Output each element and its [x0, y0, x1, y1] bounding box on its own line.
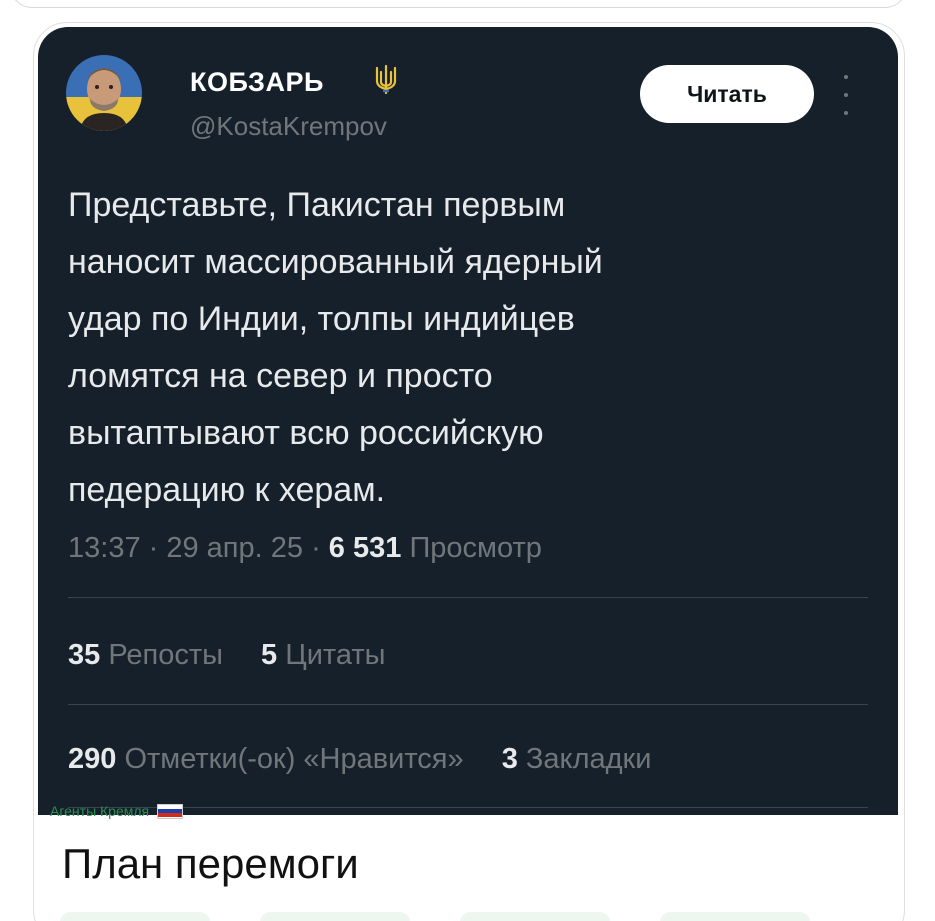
engagement-row-2: 290 Отметки(-ок) «Нравится» 3 Закладки	[68, 743, 681, 776]
divider	[68, 807, 868, 808]
reaction-button[interactable]	[460, 912, 610, 921]
reaction-button[interactable]	[260, 912, 410, 921]
bookmarks-label: Закладки	[525, 743, 652, 775]
reaction-bar	[60, 912, 810, 921]
views-label: Просмотр	[409, 532, 542, 564]
divider	[68, 704, 868, 705]
previous-message-card	[10, 0, 907, 8]
likes-count: 290	[68, 743, 117, 775]
likes-label: Отметки(-ок) «Нравится»	[124, 743, 464, 775]
tweet-screenshot[interactable]: КОБЗАРЬ @KostaKrempov Читать Представьте…	[38, 27, 898, 815]
meta-separator: ·	[148, 532, 167, 564]
watermark: Агенты Кремля	[50, 803, 184, 819]
tweet-date[interactable]: 29 апр. 25	[166, 532, 303, 564]
reaction-button[interactable]	[60, 912, 210, 921]
reposts-label: Репосты	[108, 639, 223, 671]
page: КОБЗАРЬ @KostaKrempov Читать Представьте…	[0, 0, 935, 921]
bookmarks-count: 3	[501, 743, 518, 775]
tweet-time[interactable]: 13:37	[68, 532, 141, 564]
quotes-count: 5	[261, 639, 278, 671]
bookmarks-stat[interactable]: 3 Закладки	[502, 743, 652, 775]
engagement-row-1: 35 Репосты 5 Цитаты	[68, 639, 415, 672]
likes-stat[interactable]: 290 Отметки(-ок) «Нравится»	[68, 743, 464, 775]
meta-separator: ·	[311, 532, 329, 564]
reaction-button[interactable]	[660, 912, 810, 921]
avatar[interactable]	[66, 55, 142, 131]
more-vertical-icon[interactable]	[840, 75, 852, 115]
russia-flag-icon	[157, 803, 184, 819]
trident-icon	[375, 65, 397, 95]
author-name[interactable]: КОБЗАРЬ	[190, 67, 324, 98]
views-count: 6 531	[328, 532, 402, 564]
author-handle[interactable]: @KostaKrempov	[190, 111, 387, 142]
reposts-stat[interactable]: 35 Репосты	[68, 639, 223, 671]
tweet-meta: 13:37 · 29 апр. 25 · 6 531 Просмотр	[68, 532, 542, 565]
follow-button[interactable]: Читать	[640, 65, 814, 123]
avatar-image	[66, 55, 142, 131]
watermark-text: Агенты Кремля	[50, 803, 150, 819]
quotes-label: Цитаты	[285, 639, 386, 671]
reposts-count: 35	[68, 639, 101, 671]
tweet-text: Представьте, Пакистан первым наносит мас…	[68, 186, 603, 509]
divider	[68, 597, 868, 598]
message-caption: План перемоги	[62, 840, 359, 887]
quotes-stat[interactable]: 5 Цитаты	[261, 639, 385, 671]
